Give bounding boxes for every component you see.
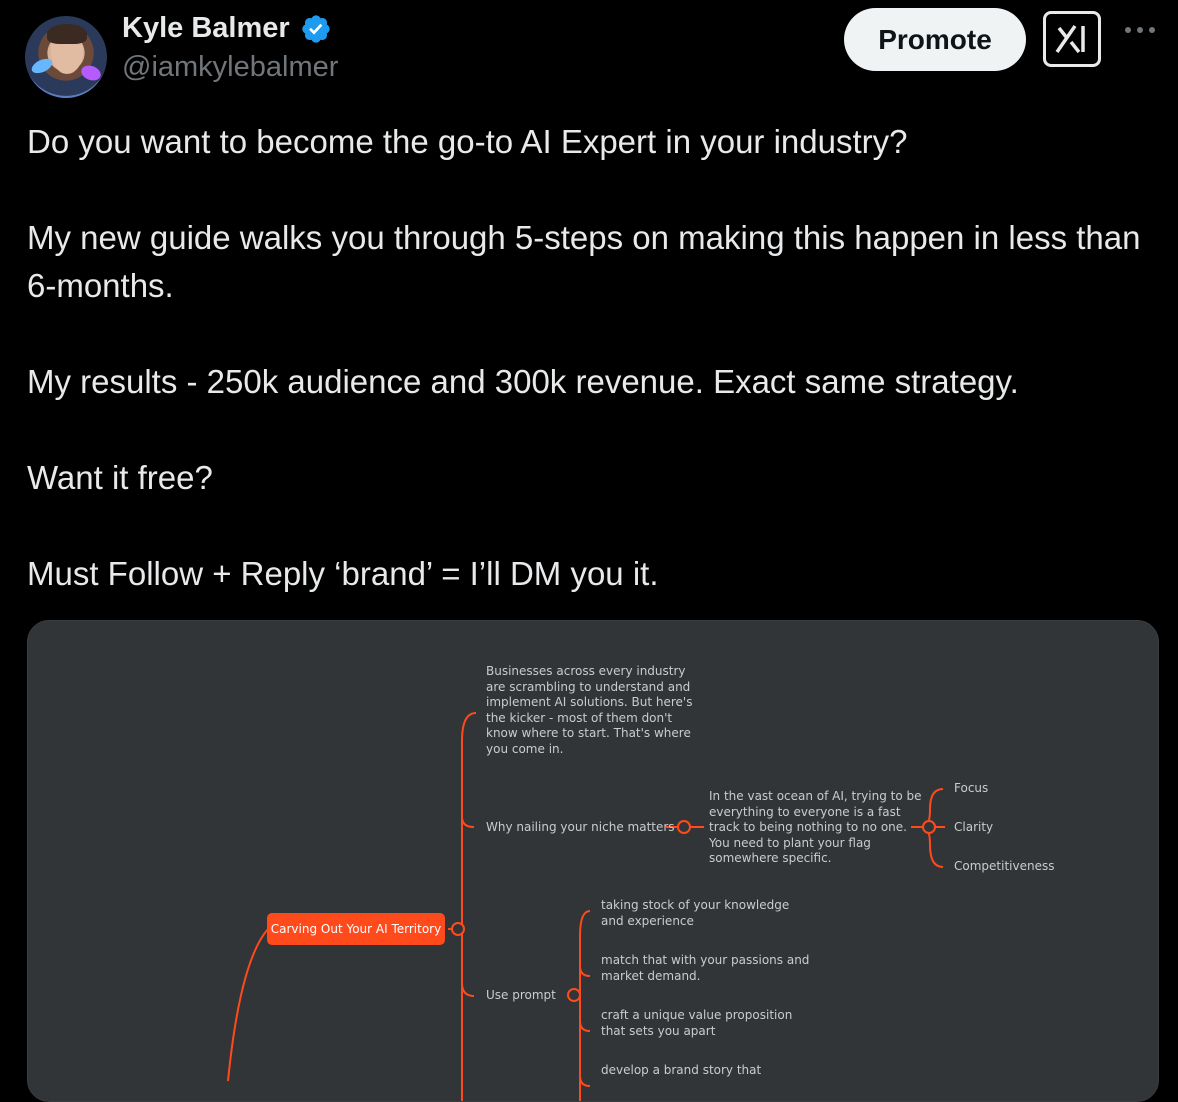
- mindmap-line: [461, 982, 475, 997]
- mindmap-line: [579, 1075, 591, 1087]
- mindmap-intro-line: Businesses across every industry: [486, 664, 686, 678]
- mindmap-node-dot: [451, 922, 465, 936]
- mindmap-niche-detail: In the vast ocean of AI, trying to be: [709, 789, 922, 803]
- author-handle[interactable]: @iamkylebalmer: [122, 51, 338, 84]
- post-line: Want it free?: [27, 459, 213, 496]
- grok-button[interactable]: [1043, 11, 1101, 67]
- author-name[interactable]: Kyle Balmer: [122, 12, 290, 45]
- avatar[interactable]: [25, 16, 107, 98]
- mindmap-prompt-label: Use prompt: [486, 988, 556, 1002]
- promote-button[interactable]: Promote: [844, 8, 1026, 71]
- mindmap-line: [579, 910, 591, 1101]
- mindmap-niche-detail: everything to everyone is a fast: [709, 805, 901, 819]
- mindmap-prompt-item: develop a brand story that: [601, 1063, 762, 1077]
- mindmap-intro-line: you come in.: [486, 742, 563, 756]
- mindmap-niche-item: Competitiveness: [954, 859, 1054, 873]
- mindmap-line: [579, 1020, 591, 1032]
- mindmap-intro-line: implement AI solutions. But here's: [486, 695, 692, 709]
- mindmap-node-dot: [922, 820, 936, 834]
- mindmap-intro-line: are scrambling to understand and: [486, 680, 690, 694]
- mindmap-prompt-item: match that with your passions and: [601, 953, 809, 967]
- mindmap-niche-detail: You need to plant your flag: [708, 836, 871, 850]
- post-text: Do you want to become the go-to AI Exper…: [27, 118, 1147, 598]
- mindmap-intro-line: the kicker - most of them don't: [486, 711, 672, 725]
- mindmap-node-dot: [567, 988, 581, 1002]
- mindmap-line: [579, 965, 591, 977]
- more-icon[interactable]: [1122, 20, 1158, 40]
- mindmap-niche-detail: somewhere specific.: [709, 851, 832, 865]
- mindmap-niche-label: Why nailing your niche matters: [486, 820, 675, 834]
- mindmap: Carving Out Your AI Territory Businesses…: [227, 664, 1054, 1101]
- mindmap-root-label: Carving Out Your AI Territory: [271, 922, 441, 936]
- mindmap-line: [227, 928, 269, 1082]
- post-line: My results - 250k audience and 300k reve…: [27, 363, 1019, 400]
- mindmap-prompt-item: market demand.: [601, 969, 700, 983]
- avatar-hair: [47, 24, 87, 44]
- mindmap-prompt-item: taking stock of your knowledge: [601, 898, 789, 912]
- mindmap-intro-line: know where to start. That's where: [486, 726, 691, 740]
- post-line: My new guide walks you through 5-steps o…: [27, 219, 1141, 304]
- mindmap-niche-detail: track to being nothing to no one.: [709, 820, 907, 834]
- mindmap-line: [461, 816, 475, 828]
- grok-icon: [1055, 25, 1085, 54]
- avatar-swirl-blue: [29, 55, 55, 77]
- mindmap-prompt-item: and experience: [601, 914, 694, 928]
- mindmap-line: [461, 712, 477, 1101]
- mindmap-niche-item: Focus: [954, 781, 988, 795]
- mindmap-prompt-item: craft a unique value proposition: [601, 1008, 792, 1022]
- mindmap-prompt-item: that sets you apart: [601, 1024, 716, 1038]
- post-line: Must Follow + Reply ‘brand’ = I’ll DM yo…: [27, 555, 659, 592]
- post-image[interactable]: Carving Out Your AI Territory Businesses…: [27, 620, 1159, 1102]
- verified-badge-icon: [302, 15, 330, 43]
- mindmap-node-dot: [677, 820, 691, 834]
- avatar-swirl-purple: [79, 63, 103, 83]
- mindmap-niche-item: Clarity: [954, 820, 993, 834]
- post-line: Do you want to become the go-to AI Exper…: [27, 123, 908, 160]
